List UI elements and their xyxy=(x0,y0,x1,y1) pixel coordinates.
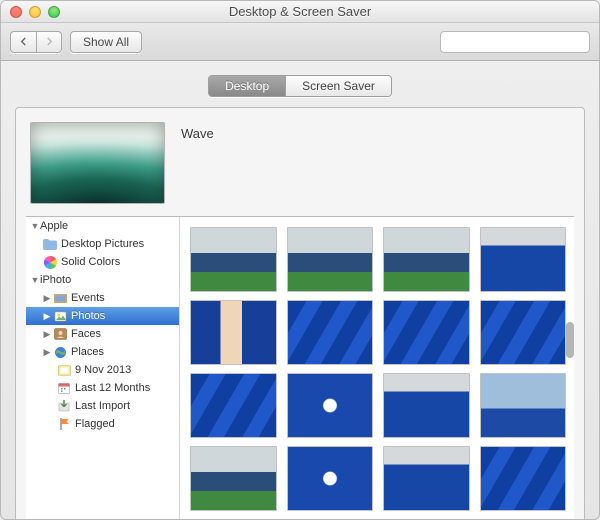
wallpaper-name: Wave xyxy=(181,122,214,141)
sidebar-item-photos[interactable]: ▶ Photos xyxy=(26,307,179,325)
album-icon xyxy=(56,363,72,377)
wallpaper-thumbnail[interactable] xyxy=(383,373,470,438)
wallpaper-thumbnail[interactable] xyxy=(480,227,567,292)
scrollbar[interactable] xyxy=(566,322,574,358)
show-all-button[interactable]: Show All xyxy=(70,31,142,53)
wallpaper-thumbnail[interactable] xyxy=(287,446,374,511)
sidebar-item-desktop-pictures[interactable]: Desktop Pictures xyxy=(26,235,179,253)
thumbnail-grid[interactable] xyxy=(180,217,574,520)
sidebar-item-flagged[interactable]: Flagged xyxy=(26,415,179,433)
wallpaper-thumbnail[interactable] xyxy=(480,300,567,365)
disclosure-right-icon: ▶ xyxy=(42,293,52,304)
sidebar-group-apple[interactable]: ▼ Apple xyxy=(26,217,179,235)
close-window-button[interactable] xyxy=(10,6,22,18)
nav-group xyxy=(10,31,62,53)
chevron-right-icon xyxy=(45,37,54,46)
wallpaper-thumbnail[interactable] xyxy=(383,300,470,365)
disclosure-right-icon: ▶ xyxy=(42,329,52,340)
current-wallpaper-preview xyxy=(30,122,165,204)
disclosure-down-icon: ▼ xyxy=(30,221,40,231)
wallpaper-thumbnail[interactable] xyxy=(383,446,470,511)
sidebar-item-last-import[interactable]: Last Import xyxy=(26,397,179,415)
chevron-left-icon xyxy=(19,37,28,46)
disclosure-right-icon: ▶ xyxy=(42,347,52,358)
wallpaper-thumbnail[interactable] xyxy=(190,227,277,292)
sidebar-item-places[interactable]: ▶ Places xyxy=(26,343,179,361)
toolbar: Show All xyxy=(1,23,599,61)
traffic-lights xyxy=(1,6,60,18)
photos-icon xyxy=(52,309,68,323)
wallpaper-thumbnail[interactable] xyxy=(383,227,470,292)
zoom-window-button[interactable] xyxy=(48,6,60,18)
wallpaper-thumbnail[interactable] xyxy=(190,446,277,511)
wallpaper-thumbnail[interactable] xyxy=(480,373,567,438)
tab-desktop[interactable]: Desktop xyxy=(209,76,285,96)
wallpaper-thumbnail[interactable] xyxy=(190,373,277,438)
import-icon xyxy=(56,399,72,413)
flag-icon xyxy=(56,417,72,431)
minimize-window-button[interactable] xyxy=(29,6,41,18)
disclosure-right-icon: ▶ xyxy=(42,311,52,322)
forward-button[interactable] xyxy=(36,31,62,53)
preferences-window: Desktop & Screen Saver Show All Desktop … xyxy=(0,0,600,520)
faces-icon xyxy=(52,327,68,341)
sidebar-item-last-12-months[interactable]: Last 12 Months xyxy=(26,379,179,397)
source-browser: ▼ Apple Desktop Pictures Solid Colors ▼ … xyxy=(26,216,574,520)
preview-row: Wave xyxy=(26,118,574,216)
disclosure-down-icon: ▼ xyxy=(30,275,40,285)
thumbnail-grid-wrap xyxy=(180,217,574,520)
tab-screen-saver[interactable]: Screen Saver xyxy=(285,76,391,96)
sidebar-item-events[interactable]: ▶ Events xyxy=(26,289,179,307)
window-title: Desktop & Screen Saver xyxy=(1,4,599,19)
content-panel: Wave ▼ Apple Desktop Pictures Solid Colo… xyxy=(15,107,585,520)
color-wheel-icon xyxy=(42,255,58,269)
source-sidebar[interactable]: ▼ Apple Desktop Pictures Solid Colors ▼ … xyxy=(26,217,180,520)
events-icon xyxy=(52,291,68,305)
wallpaper-thumbnail[interactable] xyxy=(287,373,374,438)
sidebar-item-solid-colors[interactable]: Solid Colors xyxy=(26,253,179,271)
folder-icon xyxy=(42,237,58,251)
wallpaper-thumbnail[interactable] xyxy=(190,300,277,365)
titlebar: Desktop & Screen Saver xyxy=(1,1,599,23)
wallpaper-thumbnail[interactable] xyxy=(480,446,567,511)
sidebar-group-iphoto[interactable]: ▼ iPhoto xyxy=(26,271,179,289)
sidebar-item-faces[interactable]: ▶ Faces xyxy=(26,325,179,343)
calendar-icon xyxy=(56,381,72,395)
wallpaper-thumbnail[interactable] xyxy=(287,227,374,292)
sidebar-item-album-9-nov-2013[interactable]: 9 Nov 2013 xyxy=(26,361,179,379)
places-icon xyxy=(52,345,68,359)
search-input[interactable] xyxy=(452,35,586,49)
wallpaper-thumbnail[interactable] xyxy=(287,300,374,365)
search-field[interactable] xyxy=(440,31,590,53)
back-button[interactable] xyxy=(10,31,36,53)
tab-bar: Desktop Screen Saver xyxy=(1,61,599,107)
